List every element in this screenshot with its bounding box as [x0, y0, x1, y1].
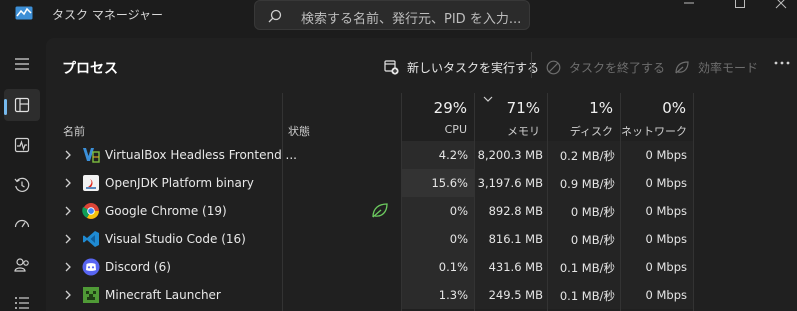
efficiency-mode-leaf-icon — [372, 203, 388, 218]
minecraft-icon — [83, 287, 99, 303]
more-options-icon[interactable] — [774, 60, 790, 66]
column-header-name[interactable]: 名前 — [63, 123, 85, 139]
process-row[interactable]: Discord (6) 0.1% 431.6 MB 0.1 MB/秒 0 Mbp… — [46, 253, 797, 281]
new-task-icon — [384, 59, 399, 75]
column-header-network[interactable]: ネットワーク — [621, 123, 687, 139]
nav-item-processes[interactable] — [4, 89, 40, 121]
left-navigation — [0, 38, 44, 311]
processes-icon — [14, 97, 30, 113]
column-header-cpu[interactable]: CPU — [402, 123, 467, 136]
process-name: VirtualBox Headless Frontend ... — [105, 148, 297, 162]
chevron-right-icon[interactable] — [64, 206, 72, 216]
efficiency-mode-button[interactable]: 効率モード — [674, 56, 758, 78]
disk-value: 0.1 MB/秒 — [548, 253, 620, 281]
memory-value: 8,200.3 MB — [475, 141, 547, 169]
process-row[interactable]: Minecraft Launcher 1.3% 249.5 MB 0.1 MB/… — [46, 281, 797, 309]
active-nav-indicator — [4, 99, 7, 115]
virtualbox-icon — [83, 148, 100, 163]
cpu-value: 1.3% — [402, 281, 474, 309]
memory-value: 892.8 MB — [475, 197, 547, 225]
network-value: 0 Mbps — [621, 225, 693, 253]
process-name: Google Chrome (19) — [105, 204, 227, 218]
close-icon[interactable] — [774, 0, 788, 10]
column-header-disk[interactable]: ディスク — [548, 123, 613, 139]
cpu-value: 0% — [402, 197, 474, 225]
app-history-icon — [14, 177, 30, 192]
process-name: Discord (6) — [105, 260, 171, 274]
chevron-right-icon[interactable] — [64, 234, 72, 244]
cpu-value: 0% — [402, 225, 474, 253]
java-icon — [83, 175, 99, 191]
startup-apps-icon — [14, 219, 30, 228]
memory-value: 249.5 MB — [475, 281, 547, 309]
network-total-percent[interactable]: 0% — [621, 99, 686, 117]
network-value: 0 Mbps — [621, 141, 693, 169]
chrome-icon — [82, 203, 99, 219]
cpu-value: 4.2% — [402, 141, 474, 169]
end-task-label: タスクを終了する — [569, 60, 666, 75]
processes-panel: プロセス 新しいタスクを実行する タスクを終了する 効率モード 名前 状態 29… — [46, 38, 797, 311]
disk-total-percent[interactable]: 1% — [548, 99, 613, 117]
cpu-value: 0.1% — [402, 253, 474, 281]
efficiency-mode-label: 効率モード — [698, 60, 759, 75]
title-bar: タスク マネージャー 検索する名前、発行元、PID を入力... — [0, 0, 797, 32]
nav-item-users[interactable] — [4, 249, 40, 281]
discord-icon — [82, 258, 100, 276]
nav-item-startup-apps[interactable] — [4, 209, 40, 241]
process-name: OpenJDK Platform binary — [105, 176, 254, 190]
process-row[interactable]: Google Chrome (19) 0% 892.8 MB 0 MB/秒 0 … — [46, 197, 797, 225]
run-new-task-button[interactable]: 新しいタスクを実行する — [384, 56, 539, 78]
search-icon — [268, 9, 282, 23]
chevron-right-icon[interactable] — [64, 150, 72, 160]
memory-value: 3,197.6 MB — [475, 169, 547, 197]
maximize-icon[interactable] — [733, 0, 747, 10]
chevron-right-icon[interactable] — [64, 262, 72, 272]
disk-value: 0.9 MB/秒 — [548, 169, 620, 197]
cpu-total-percent[interactable]: 29% — [402, 99, 467, 117]
nav-item-app-history[interactable] — [4, 169, 40, 201]
users-icon — [14, 258, 29, 272]
memory-total-percent[interactable]: 71% — [475, 99, 540, 117]
network-value: 0 Mbps — [621, 253, 693, 281]
network-value: 0 Mbps — [621, 281, 693, 309]
process-row[interactable]: Visual Studio Code (16) 0% 816.1 MB 0 MB… — [46, 225, 797, 253]
disk-value: 0.2 MB/秒 — [548, 141, 620, 169]
performance-icon — [14, 137, 30, 153]
process-row[interactable]: OpenJDK Platform binary 15.6% 3,197.6 MB… — [46, 169, 797, 197]
end-task-button[interactable]: タスクを終了する — [546, 56, 665, 78]
search-placeholder[interactable]: 検索する名前、発行元、PID を入力... — [301, 8, 521, 27]
process-name: Minecraft Launcher — [105, 288, 221, 302]
process-name: Visual Studio Code (16) — [105, 232, 246, 246]
vscode-icon — [83, 231, 99, 247]
task-manager-app-icon — [15, 6, 33, 20]
chevron-right-icon[interactable] — [64, 178, 72, 188]
minimize-icon[interactable] — [682, 0, 696, 10]
cpu-value: 15.6% — [402, 169, 474, 197]
app-title: タスク マネージャー — [52, 8, 163, 22]
disk-value: 0 MB/秒 — [548, 225, 620, 253]
hamburger-menu-icon — [15, 58, 29, 70]
search-box[interactable]: 検索する名前、発行元、PID を入力... — [254, 0, 530, 30]
network-value: 0 Mbps — [621, 169, 693, 197]
end-task-icon — [546, 60, 561, 74]
command-separator — [531, 52, 532, 78]
process-row[interactable]: VirtualBox Headless Frontend ... 4.2% 8,… — [46, 141, 797, 169]
disk-value: 0.1 MB/秒 — [548, 281, 620, 309]
chevron-right-icon[interactable] — [64, 290, 72, 300]
details-icon — [15, 297, 29, 309]
column-header-memory[interactable]: メモリ — [475, 123, 540, 139]
nav-menu-toggle[interactable] — [4, 48, 40, 80]
network-value: 0 Mbps — [621, 197, 693, 225]
nav-item-performance[interactable] — [4, 129, 40, 161]
run-new-task-label: 新しいタスクを実行する — [407, 60, 540, 75]
memory-value: 431.6 MB — [475, 253, 547, 281]
nav-item-details[interactable] — [4, 287, 40, 311]
page-title: プロセス — [62, 61, 118, 77]
efficiency-leaf-icon — [675, 60, 689, 73]
column-header-status[interactable]: 状態 — [288, 123, 310, 139]
memory-value: 816.1 MB — [475, 225, 547, 253]
disk-value: 0 MB/秒 — [548, 197, 620, 225]
